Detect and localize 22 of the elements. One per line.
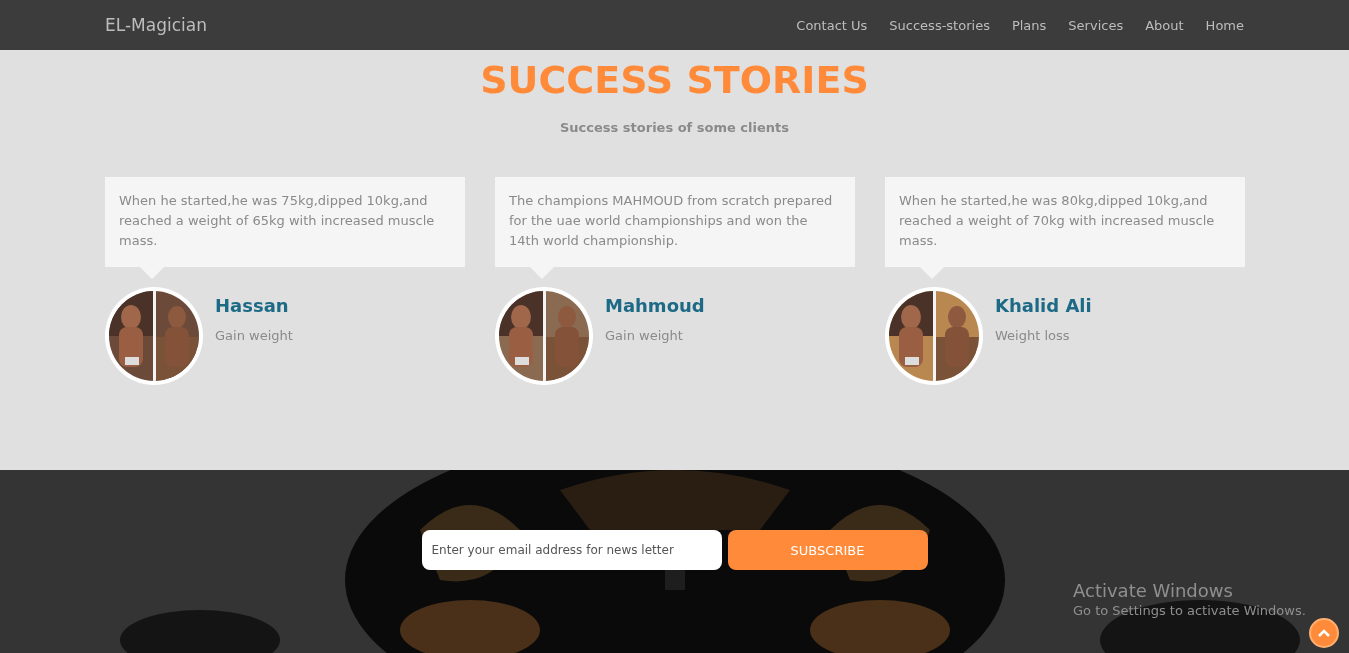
section-subtitle: Success stories of some clients (559, 120, 790, 135)
nav-link[interactable]: Services (1068, 17, 1124, 33)
nav-link[interactable]: About (1145, 17, 1184, 33)
nav-link[interactable]: Home (1205, 17, 1244, 33)
nav-link[interactable]: Success-stories (889, 17, 990, 33)
client-goal: Gain weight (605, 328, 684, 343)
activation-text: Go to Settings to activate Windows. (1073, 603, 1306, 618)
email-field[interactable]: Enter your email address for news letter (421, 530, 722, 570)
client-name: Khalid Ali (995, 295, 1092, 316)
section-title: SUCCESS STORIES (479, 57, 870, 104)
chevron-up-icon (1317, 628, 1331, 638)
quote-text: The champions MAHMOUD from scratch prepared for the uae world championships and won the 14th world championship. (509, 192, 834, 250)
nav-link[interactable]: Plans (1011, 17, 1047, 33)
brand-link[interactable]: EL-Magician (105, 15, 207, 35)
client-name: Hassan (215, 295, 290, 316)
client-name: Mahmoud (605, 295, 705, 316)
quote-text: When he started,he was 75kg,dipped 10kg,and reached a weight of 65kg with increased muscle mass. (119, 192, 436, 250)
nav-link[interactable]: Contact Us (796, 17, 868, 33)
client-goal: Gain weight (215, 328, 293, 343)
activation-title: Activate Windows (1073, 580, 1234, 601)
quote-text: When he started,he was 80kg,dipped 10kg,and reached a weight of 70kg with increased muscle mass. (899, 192, 1216, 250)
client-goal: Weight loss (995, 328, 1071, 343)
